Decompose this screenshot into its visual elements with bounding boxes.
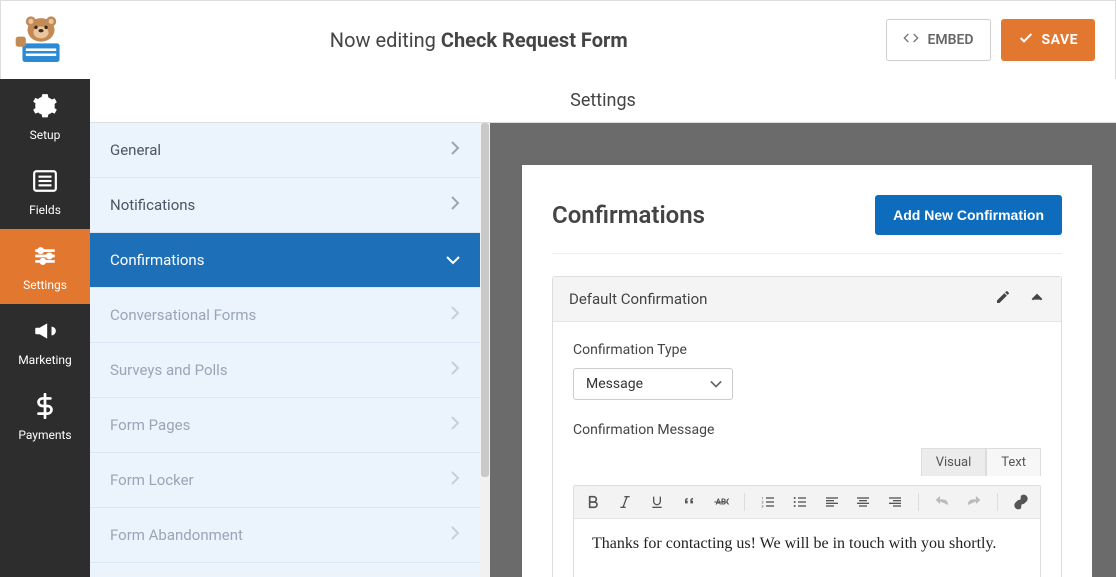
type-label: Confirmation Type	[573, 342, 1041, 358]
chevron-right-icon	[450, 526, 460, 544]
nav-setup[interactable]: Setup	[0, 79, 90, 154]
scrollbar[interactable]	[480, 123, 490, 577]
confirmation-box: Default Confirmation Confirmation Type M…	[552, 276, 1062, 577]
nav-settings[interactable]: Settings	[0, 229, 90, 304]
check-icon	[1018, 30, 1034, 50]
italic-icon[interactable]	[616, 492, 634, 512]
submenu-label: Form Locker	[110, 471, 194, 489]
sidebar: Setup Fields Settings Marketing Payments	[0, 79, 90, 577]
rich-text-editor: ABC 123	[573, 485, 1041, 577]
chevron-down-icon	[446, 251, 460, 269]
settings-header: Settings	[90, 79, 1116, 123]
content-card: Confirmations Add New Confirmation Defau…	[522, 165, 1092, 577]
page-title-area: Now editing Check Request Form	[71, 28, 886, 52]
bold-icon[interactable]	[584, 492, 602, 512]
submenu-form-abandonment[interactable]: Form Abandonment	[90, 508, 480, 563]
chevron-right-icon	[450, 196, 460, 214]
chevron-right-icon	[450, 141, 460, 159]
svg-text:3: 3	[761, 503, 763, 508]
edit-icon[interactable]	[995, 289, 1011, 309]
embed-label: EMBED	[927, 32, 973, 48]
submenu-label: Form Pages	[110, 416, 190, 434]
editor-tabs: Visual Text	[573, 448, 1041, 476]
chevron-up-icon[interactable]	[1029, 289, 1045, 309]
submenu-general[interactable]: General	[90, 123, 480, 178]
submenu-label: Surveys and Polls	[110, 361, 228, 379]
quote-icon[interactable]	[680, 492, 698, 512]
chevron-down-icon	[710, 376, 722, 392]
nav-payments[interactable]: Payments	[0, 379, 90, 454]
main-panel: General Notifications Confirmations Conv…	[90, 123, 1116, 577]
align-center-icon[interactable]	[855, 492, 873, 512]
list-ol-icon[interactable]: 123	[759, 492, 777, 512]
scrollbar-thumb[interactable]	[481, 123, 489, 477]
nav-marketing[interactable]: Marketing	[0, 304, 90, 379]
content-header: Confirmations Add New Confirmation	[552, 195, 1062, 254]
type-select[interactable]: Message	[573, 368, 733, 400]
toolbar-separator	[918, 493, 919, 511]
submenu-notifications[interactable]: Notifications	[90, 178, 480, 233]
submenu-surveys-polls[interactable]: Surveys and Polls	[90, 343, 480, 398]
add-confirmation-button[interactable]: Add New Confirmation	[875, 195, 1062, 235]
confirmation-header[interactable]: Default Confirmation	[553, 277, 1061, 322]
chevron-right-icon	[450, 306, 460, 324]
tab-visual[interactable]: Visual	[921, 448, 987, 476]
list-ul-icon[interactable]	[791, 492, 809, 512]
nav-label: Payments	[18, 428, 71, 442]
submenu-form-locker[interactable]: Form Locker	[90, 453, 480, 508]
embed-button[interactable]: EMBED	[886, 19, 990, 61]
nav-label: Marketing	[18, 353, 72, 367]
submenu-label: Confirmations	[110, 251, 204, 269]
align-left-icon[interactable]	[823, 492, 841, 512]
submenu-form-pages[interactable]: Form Pages	[90, 398, 480, 453]
link-icon[interactable]	[1012, 492, 1030, 512]
message-label: Confirmation Message	[573, 422, 1041, 438]
submenu-label: General	[110, 141, 161, 159]
undo-icon[interactable]	[933, 492, 951, 512]
chevron-right-icon	[450, 416, 460, 434]
redo-icon[interactable]	[965, 492, 983, 512]
underline-icon[interactable]	[648, 492, 666, 512]
type-value: Message	[586, 376, 643, 392]
submenu-label: Form Abandonment	[110, 526, 243, 544]
sliders-icon	[0, 243, 90, 272]
content-title: Confirmations	[552, 201, 705, 229]
chevron-right-icon	[450, 361, 460, 379]
bullhorn-icon	[0, 318, 90, 347]
toolbar-separator	[744, 493, 745, 511]
nav-fields[interactable]: Fields	[0, 154, 90, 229]
code-icon	[903, 30, 919, 50]
nav-label: Fields	[29, 203, 61, 217]
confirmation-body: Confirmation Type Message Confirmation M…	[553, 322, 1061, 577]
settings-submenu: General Notifications Confirmations Conv…	[90, 123, 490, 577]
nav-label: Settings	[23, 278, 67, 292]
topbar: Now editing Check Request Form EMBED SAV…	[1, 1, 1115, 80]
gear-icon	[0, 93, 90, 122]
logo	[11, 13, 71, 67]
confirmation-title: Default Confirmation	[569, 290, 707, 308]
confirmation-actions	[995, 289, 1045, 309]
toolbar-separator	[997, 493, 998, 511]
nav-label: Setup	[30, 128, 61, 142]
content-column: Confirmations Add New Confirmation Defau…	[490, 123, 1116, 577]
submenu-label: Notifications	[110, 196, 195, 214]
save-button[interactable]: SAVE	[1001, 19, 1096, 61]
tab-text[interactable]: Text	[986, 448, 1041, 476]
submenu-conversational-forms[interactable]: Conversational Forms	[90, 288, 480, 343]
chevron-right-icon	[450, 471, 460, 489]
list-icon	[0, 168, 90, 197]
submenu-confirmations[interactable]: Confirmations	[90, 233, 480, 288]
topbar-actions: EMBED SAVE	[886, 19, 1095, 61]
save-label: SAVE	[1042, 32, 1079, 48]
editor-content[interactable]: Thanks for contacting us! We will be in …	[574, 519, 1040, 577]
editor-toolbar: ABC 123	[574, 486, 1040, 519]
align-right-icon[interactable]	[886, 492, 904, 512]
editing-label: Now editing	[330, 28, 436, 52]
form-name: Check Request Form	[441, 28, 628, 52]
field-confirmation-type: Confirmation Type Message	[573, 342, 1041, 400]
strikethrough-icon[interactable]: ABC	[712, 492, 730, 512]
dollar-icon	[0, 393, 90, 422]
submenu-label: Conversational Forms	[110, 306, 256, 324]
field-confirmation-message: Confirmation Message Visual Text A	[573, 422, 1041, 577]
